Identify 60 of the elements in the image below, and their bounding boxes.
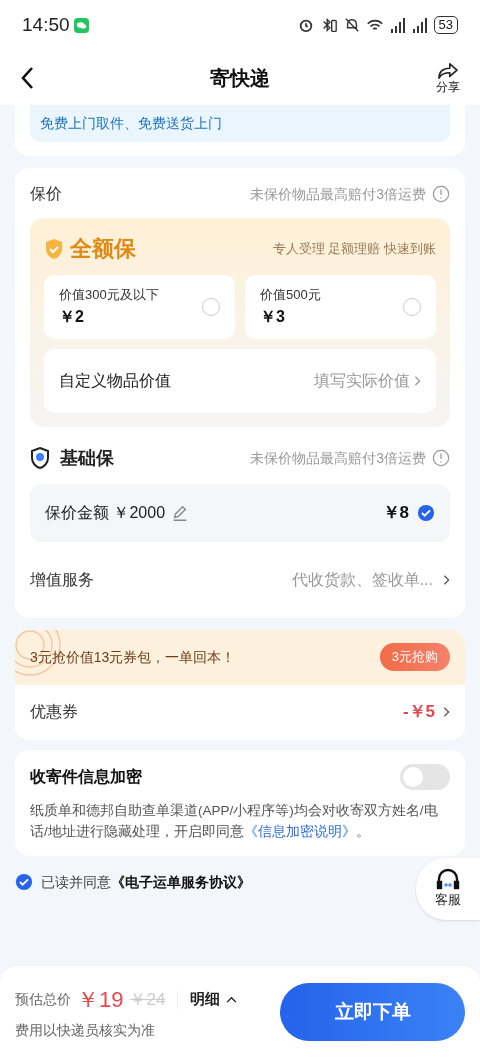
coverage-option[interactable]: 价值300元及以下 ￥2 bbox=[44, 275, 235, 339]
share-button[interactable]: 分享 bbox=[436, 61, 460, 94]
coverage-option[interactable]: 价值500元 ￥3 bbox=[245, 275, 436, 339]
service-banner: 免费上门取件、免费送货上门 bbox=[30, 105, 450, 142]
row-label: 优惠券 bbox=[30, 702, 78, 722]
encryption-description: 纸质单和德邦自助查单渠道(APP/小程序等)均会对收寄双方姓名/电话/地址进行隐藏处理，开启即同意《信息加密说明》。 bbox=[30, 801, 439, 841]
alarm-icon bbox=[297, 17, 314, 33]
option-label: 价值500元 bbox=[260, 286, 321, 304]
submit-order-button[interactable]: 立即下单 bbox=[280, 983, 465, 1041]
headset-icon bbox=[435, 868, 461, 891]
agreement-link[interactable]: 《电子运单服务协议》 bbox=[111, 873, 251, 890]
shield-icon bbox=[30, 447, 50, 469]
chevron-right-icon bbox=[443, 706, 450, 718]
customer-service-button[interactable]: 客服 bbox=[416, 858, 480, 920]
coverage-amount: 保价金额 ￥2000 bbox=[45, 502, 166, 523]
coverage-tagline: 专人受理 足额理赔 快速到账 bbox=[272, 239, 436, 258]
option-label: 价值300元及以下 bbox=[59, 286, 159, 304]
total-label: 预估总价 bbox=[15, 990, 71, 1009]
insurance-note: 未保价物品最高赔付3倍运费 bbox=[250, 448, 426, 468]
back-icon[interactable] bbox=[20, 65, 34, 90]
custom-value-hint: 填写实际价值 bbox=[314, 370, 410, 391]
coverage-price: ￥8 bbox=[382, 501, 409, 524]
battery-indicator: 53 bbox=[433, 16, 458, 34]
value-added-row[interactable]: 增值服务 代收货款、签收单... bbox=[30, 541, 450, 618]
custom-value-label: 自定义物品价值 bbox=[59, 370, 171, 391]
toggle-switch[interactable] bbox=[400, 763, 450, 790]
details-toggle[interactable]: 明细 bbox=[190, 988, 238, 1011]
coupon-row[interactable]: 优惠券 -￥5 bbox=[15, 684, 465, 740]
checkbox[interactable] bbox=[15, 873, 33, 891]
insurance-note: 未保价物品最高赔付3倍运费 bbox=[250, 184, 426, 204]
custom-value-row[interactable]: 自定义物品价值 填写实际价值 bbox=[44, 348, 436, 413]
info-icon[interactable] bbox=[432, 449, 450, 467]
caret-up-icon bbox=[226, 996, 238, 1003]
status-time: 14:50 bbox=[22, 12, 70, 37]
chat-app-icon bbox=[73, 17, 89, 33]
share-icon bbox=[437, 61, 459, 80]
agreement-text: 已读并同意《电子运单服务协议》 bbox=[41, 872, 251, 892]
info-icon[interactable] bbox=[432, 185, 450, 203]
checkbox[interactable] bbox=[417, 503, 435, 522]
signal-icon bbox=[389, 17, 406, 33]
mute-icon bbox=[343, 17, 360, 33]
info-link[interactable]: 《信息加密说明》 bbox=[243, 823, 356, 839]
total-price: ￥19 bbox=[77, 986, 124, 1014]
promo-text: 3元抢价值13元券包，一单回本！ bbox=[30, 647, 236, 667]
discount-value: -￥5 bbox=[402, 701, 435, 724]
row-value: 代收货款、签收单... bbox=[291, 569, 433, 590]
section-label: 保价 bbox=[30, 184, 62, 204]
coverage-title: 全额保 bbox=[70, 235, 136, 263]
chevron-right-icon bbox=[443, 573, 450, 586]
coverage-title: 基础保 bbox=[60, 446, 114, 470]
encryption-title: 收寄件信息加密 bbox=[30, 766, 142, 787]
chevron-right-icon bbox=[414, 374, 421, 387]
basic-coverage-row[interactable]: 保价金额 ￥2000 ￥8 bbox=[30, 483, 450, 542]
price-note: 费用以快递员核实为准 bbox=[15, 1021, 156, 1040]
signal-icon bbox=[411, 17, 428, 33]
option-price: ￥3 bbox=[260, 306, 286, 327]
page-title: 寄快递 bbox=[210, 65, 270, 91]
option-price: ￥2 bbox=[59, 306, 85, 327]
shield-icon bbox=[44, 237, 64, 260]
row-label: 增值服务 bbox=[30, 569, 94, 590]
